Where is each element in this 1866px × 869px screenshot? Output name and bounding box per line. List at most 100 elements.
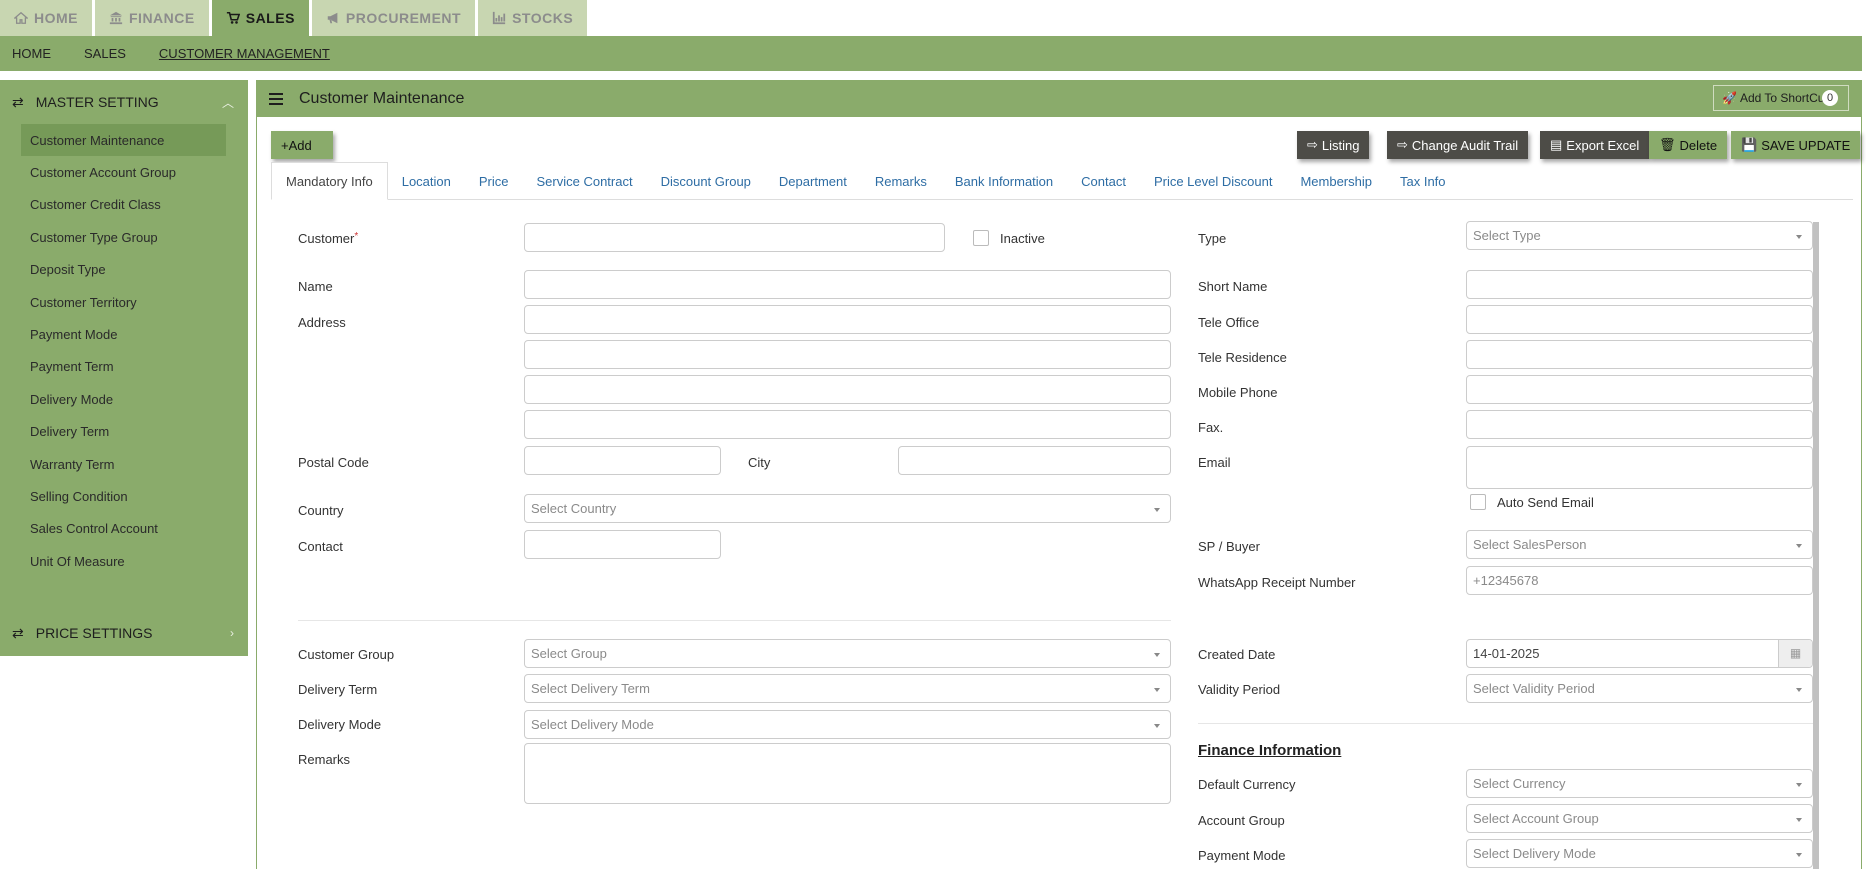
export-excel-button[interactable]: ▤ Export Excel (1540, 131, 1650, 159)
validity-period-select[interactable]: Select Validity Period (1466, 674, 1813, 703)
tab-tax-info[interactable]: Tax Info (1386, 162, 1460, 200)
save-update-button[interactable]: 💾 SAVE UPDATE (1731, 131, 1861, 159)
mobile-phone-label: Mobile Phone (1198, 385, 1278, 400)
email-label: Email (1198, 455, 1231, 470)
listing-button[interactable]: ⇨ Listing (1297, 131, 1370, 159)
tele-office-input[interactable] (1466, 305, 1813, 334)
country-select[interactable]: Select Country (524, 494, 1171, 523)
sidebar-item-deposit-type[interactable]: Deposit Type (21, 254, 226, 286)
customer-group-select[interactable]: Select Group (524, 639, 1171, 668)
sidebar-section-label: PRICE SETTINGS (35, 625, 153, 642)
tab-location[interactable]: Location (388, 162, 465, 200)
payment-mode-select[interactable]: Select Delivery Mode (1466, 839, 1813, 868)
nav-sales[interactable]: SALES (84, 46, 126, 61)
payment-mode-label: Payment Mode (1198, 848, 1286, 863)
tab-service-contract[interactable]: Service Contract (523, 162, 647, 200)
delivery-term-label: Delivery Term (298, 682, 378, 697)
add-button[interactable]: +Add (271, 131, 333, 159)
city-input[interactable] (898, 446, 1171, 475)
module-tab-home[interactable]: HOME (0, 0, 92, 36)
sidebar-master-setting[interactable]: ⇄ MASTER SETTING ︿ (0, 80, 248, 124)
account-group-label: Account Group (1198, 813, 1285, 828)
module-tab-sales[interactable]: SALES (211, 0, 309, 36)
add-to-shortcut-button[interactable]: 🚀 Add To ShortCut 0 (1713, 85, 1849, 111)
tele-residence-label: Tele Residence (1198, 350, 1287, 365)
inactive-checkbox[interactable] (973, 230, 989, 246)
sidebar-item-payment-mode[interactable]: Payment Mode (21, 318, 226, 350)
tab-remarks[interactable]: Remarks (861, 162, 941, 200)
sidebar-item-warranty-term[interactable]: Warranty Term (21, 448, 226, 480)
address-line-3-input[interactable] (524, 375, 1171, 404)
delete-button[interactable]: 🗑 Delete (1649, 131, 1728, 159)
short-name-input[interactable] (1466, 270, 1813, 299)
sign-out-icon: ⇨ (1307, 137, 1318, 152)
tab-department[interactable]: Department (765, 162, 861, 200)
tab-contact[interactable]: Contact (1067, 162, 1140, 200)
postal-code-input[interactable] (524, 446, 721, 475)
account-group-select[interactable]: Select Account Group (1466, 804, 1813, 833)
bar-chart-icon (492, 11, 506, 25)
module-tab-finance[interactable]: FINANCE (95, 0, 209, 36)
calendar-icon[interactable]: ▦ (1778, 640, 1812, 667)
delivery-term-select[interactable]: Select Delivery Term (524, 674, 1171, 703)
default-currency-select[interactable]: Select Currency (1466, 769, 1813, 798)
address-line-4-input[interactable] (524, 410, 1171, 439)
sidebar-item-customer-account-group[interactable]: Customer Account Group (21, 156, 226, 188)
main-panel: Customer Maintenance 🚀 Add To ShortCut 0… (256, 80, 1862, 869)
tab-price-level-discount[interactable]: Price Level Discount (1140, 162, 1287, 200)
module-tab-label: STOCKS (512, 10, 574, 26)
rocket-icon: 🚀 (1722, 91, 1737, 105)
tab-discount-group[interactable]: Discount Group (647, 162, 765, 200)
city-label: City (748, 455, 771, 470)
change-audit-trail-button[interactable]: ⇨ Change Audit Trail (1387, 131, 1529, 159)
module-tab-stocks[interactable]: STOCKS (478, 0, 588, 36)
address-line-2-input[interactable] (524, 340, 1171, 369)
tab-mandatory-info[interactable]: Mandatory Info (271, 162, 388, 200)
sidebar-item-sales-control-account[interactable]: Sales Control Account (21, 513, 226, 545)
sidebar-item-delivery-mode[interactable]: Delivery Mode (21, 383, 226, 415)
created-date-input[interactable]: 14-01-2025 ▦ (1466, 639, 1813, 668)
sidebar-item-customer-territory[interactable]: Customer Territory (21, 286, 226, 318)
whatsapp-input[interactable]: +12345678 (1466, 566, 1813, 595)
tele-residence-input[interactable] (1466, 340, 1813, 369)
bullhorn-icon (327, 12, 338, 24)
sidebar-item-selling-condition[interactable]: Selling Condition (21, 480, 226, 512)
auto-send-email-checkbox[interactable] (1470, 494, 1486, 510)
tab-membership[interactable]: Membership (1286, 162, 1386, 200)
default-currency-label: Default Currency (1198, 777, 1296, 792)
nav-customer-management[interactable]: CUSTOMER MANAGEMENT (159, 46, 330, 61)
sidebar-item-unit-of-measure[interactable]: Unit Of Measure (21, 545, 226, 577)
module-tab-procurement[interactable]: PROCUREMENT (311, 0, 476, 36)
fax-input[interactable] (1466, 410, 1813, 439)
save-label: SAVE UPDATE (1761, 137, 1851, 153)
file-excel-icon: ▤ (1550, 137, 1563, 152)
sidebar-price-settings[interactable]: ⇄ PRICE SETTINGS › (0, 611, 248, 655)
sidebar-item-delivery-term[interactable]: Delivery Term (21, 416, 226, 448)
tab-price[interactable]: Price (465, 162, 523, 200)
email-textarea[interactable] (1466, 446, 1813, 489)
home-icon (14, 11, 28, 24)
delivery-mode-select[interactable]: Select Delivery Mode (524, 710, 1171, 739)
chevron-up-icon: ︿ (221, 95, 234, 110)
add-button-label: +Add (281, 137, 312, 153)
salesperson-select[interactable]: Select SalesPerson (1466, 530, 1813, 559)
hamburger-menu-icon[interactable] (269, 92, 283, 105)
form-tabs: Mandatory Info Location Price Service Co… (271, 162, 1853, 200)
remarks-textarea[interactable] (524, 743, 1171, 804)
name-input[interactable] (524, 270, 1171, 299)
nav-home[interactable]: HOME (12, 46, 51, 61)
address-line-1-input[interactable] (524, 305, 1171, 334)
type-select[interactable]: Select Type (1466, 221, 1813, 250)
sidebar-item-customer-credit-class[interactable]: Customer Credit Class (21, 189, 226, 221)
mobile-phone-input[interactable] (1466, 375, 1813, 404)
form-scrollbar[interactable] (1813, 222, 1819, 869)
tab-bank-information[interactable]: Bank Information (941, 162, 1067, 200)
sidebar-item-customer-type-group[interactable]: Customer Type Group (21, 221, 226, 253)
sidebar-item-customer-maintenance[interactable]: Customer Maintenance (21, 124, 226, 157)
customer-input[interactable] (524, 223, 945, 252)
validity-period-label: Validity Period (1198, 682, 1281, 697)
contact-input[interactable] (524, 530, 721, 559)
sidebar-item-payment-term[interactable]: Payment Term (21, 351, 226, 383)
delivery-mode-label: Delivery Mode (298, 717, 382, 732)
sign-out-icon: ⇨ (1397, 137, 1408, 152)
